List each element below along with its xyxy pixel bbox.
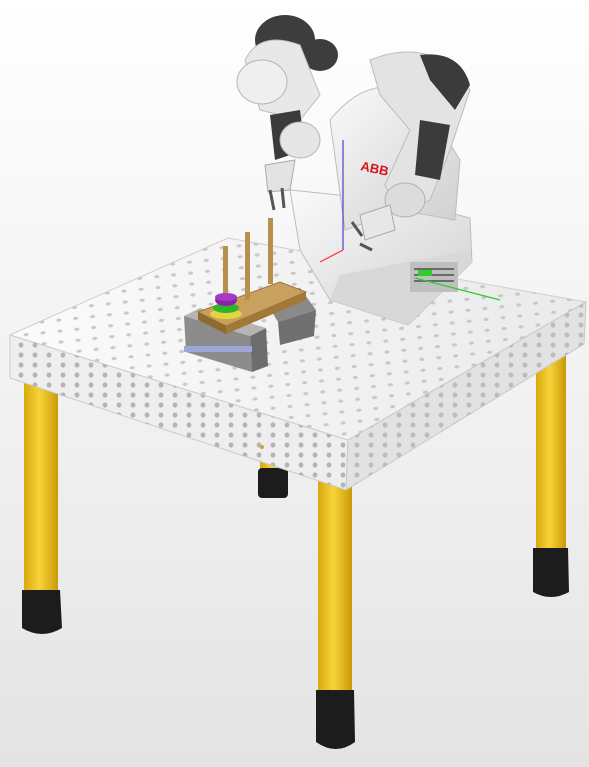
robot-scene: ABB	[8, 15, 588, 749]
table-leg-right	[533, 345, 569, 597]
table-marker	[260, 445, 264, 449]
table-leg-front-left	[22, 378, 62, 634]
3d-viewport[interactable]: ABB	[0, 0, 589, 767]
table-leg-front	[316, 475, 355, 749]
robot-arm-left	[236, 15, 338, 211]
welding-table	[8, 237, 588, 491]
